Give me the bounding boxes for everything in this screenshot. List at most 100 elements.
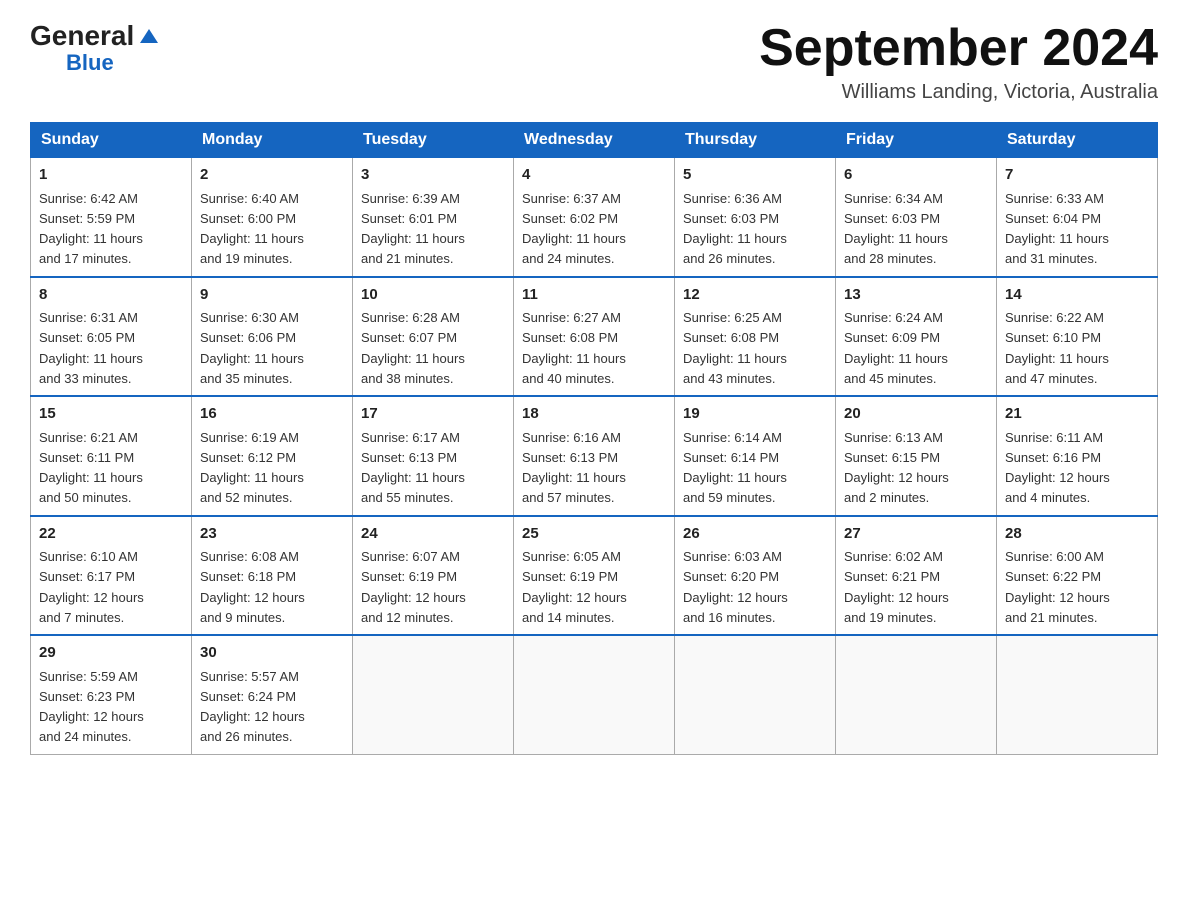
day-info: Sunrise: 6:36 AMSunset: 6:03 PMDaylight:…	[683, 191, 787, 267]
day-info: Sunrise: 6:11 AMSunset: 6:16 PMDaylight:…	[1005, 430, 1110, 506]
calendar-cell: 16 Sunrise: 6:19 AMSunset: 6:12 PMDaylig…	[192, 396, 353, 516]
calendar-week-row: 1 Sunrise: 6:42 AMSunset: 5:59 PMDayligh…	[31, 158, 1158, 277]
day-info: Sunrise: 6:14 AMSunset: 6:14 PMDaylight:…	[683, 430, 787, 506]
calendar-cell: 26 Sunrise: 6:03 AMSunset: 6:20 PMDaylig…	[675, 516, 836, 636]
day-number: 7	[1005, 164, 1149, 187]
day-info: Sunrise: 6:28 AMSunset: 6:07 PMDaylight:…	[361, 310, 465, 386]
day-info: Sunrise: 6:05 AMSunset: 6:19 PMDaylight:…	[522, 549, 627, 625]
day-info: Sunrise: 6:27 AMSunset: 6:08 PMDaylight:…	[522, 310, 626, 386]
col-saturday: Saturday	[997, 123, 1158, 158]
calendar-cell: 5 Sunrise: 6:36 AMSunset: 6:03 PMDayligh…	[675, 158, 836, 277]
calendar-cell: 19 Sunrise: 6:14 AMSunset: 6:14 PMDaylig…	[675, 396, 836, 516]
calendar-cell: 27 Sunrise: 6:02 AMSunset: 6:21 PMDaylig…	[836, 516, 997, 636]
calendar-table: Sunday Monday Tuesday Wednesday Thursday…	[30, 122, 1158, 755]
calendar-cell: 7 Sunrise: 6:33 AMSunset: 6:04 PMDayligh…	[997, 158, 1158, 277]
calendar-cell: 9 Sunrise: 6:30 AMSunset: 6:06 PMDayligh…	[192, 277, 353, 397]
day-info: Sunrise: 6:39 AMSunset: 6:01 PMDaylight:…	[361, 191, 465, 267]
calendar-week-row: 8 Sunrise: 6:31 AMSunset: 6:05 PMDayligh…	[31, 277, 1158, 397]
col-tuesday: Tuesday	[353, 123, 514, 158]
day-number: 22	[39, 523, 183, 546]
day-info: Sunrise: 6:03 AMSunset: 6:20 PMDaylight:…	[683, 549, 788, 625]
day-info: Sunrise: 6:24 AMSunset: 6:09 PMDaylight:…	[844, 310, 948, 386]
day-number: 25	[522, 523, 666, 546]
day-info: Sunrise: 6:25 AMSunset: 6:08 PMDaylight:…	[683, 310, 787, 386]
day-info: Sunrise: 6:02 AMSunset: 6:21 PMDaylight:…	[844, 549, 949, 625]
calendar-cell: 4 Sunrise: 6:37 AMSunset: 6:02 PMDayligh…	[514, 158, 675, 277]
calendar-cell: 17 Sunrise: 6:17 AMSunset: 6:13 PMDaylig…	[353, 396, 514, 516]
day-number: 24	[361, 523, 505, 546]
calendar-cell	[836, 635, 997, 754]
day-number: 28	[1005, 523, 1149, 546]
calendar-cell: 30 Sunrise: 5:57 AMSunset: 6:24 PMDaylig…	[192, 635, 353, 754]
calendar-cell: 22 Sunrise: 6:10 AMSunset: 6:17 PMDaylig…	[31, 516, 192, 636]
day-number: 13	[844, 284, 988, 307]
day-number: 5	[683, 164, 827, 187]
calendar-cell: 15 Sunrise: 6:21 AMSunset: 6:11 PMDaylig…	[31, 396, 192, 516]
month-title: September 2024	[759, 20, 1158, 77]
calendar-cell: 23 Sunrise: 6:08 AMSunset: 6:18 PMDaylig…	[192, 516, 353, 636]
day-info: Sunrise: 5:59 AMSunset: 6:23 PMDaylight:…	[39, 669, 144, 745]
day-info: Sunrise: 6:37 AMSunset: 6:02 PMDaylight:…	[522, 191, 626, 267]
day-info: Sunrise: 6:17 AMSunset: 6:13 PMDaylight:…	[361, 430, 465, 506]
day-info: Sunrise: 6:31 AMSunset: 6:05 PMDaylight:…	[39, 310, 143, 386]
calendar-cell: 3 Sunrise: 6:39 AMSunset: 6:01 PMDayligh…	[353, 158, 514, 277]
day-number: 10	[361, 284, 505, 307]
calendar-cell: 29 Sunrise: 5:59 AMSunset: 6:23 PMDaylig…	[31, 635, 192, 754]
location: Williams Landing, Victoria, Australia	[759, 81, 1158, 104]
day-info: Sunrise: 6:22 AMSunset: 6:10 PMDaylight:…	[1005, 310, 1109, 386]
calendar-cell: 13 Sunrise: 6:24 AMSunset: 6:09 PMDaylig…	[836, 277, 997, 397]
calendar-cell: 18 Sunrise: 6:16 AMSunset: 6:13 PMDaylig…	[514, 396, 675, 516]
calendar-cell: 6 Sunrise: 6:34 AMSunset: 6:03 PMDayligh…	[836, 158, 997, 277]
day-number: 8	[39, 284, 183, 307]
calendar-cell	[997, 635, 1158, 754]
day-number: 3	[361, 164, 505, 187]
calendar-cell: 21 Sunrise: 6:11 AMSunset: 6:16 PMDaylig…	[997, 396, 1158, 516]
calendar-cell: 11 Sunrise: 6:27 AMSunset: 6:08 PMDaylig…	[514, 277, 675, 397]
logo-text-general: General	[30, 20, 134, 52]
col-thursday: Thursday	[675, 123, 836, 158]
day-number: 29	[39, 642, 183, 665]
calendar-cell	[514, 635, 675, 754]
calendar-cell: 1 Sunrise: 6:42 AMSunset: 5:59 PMDayligh…	[31, 158, 192, 277]
calendar-header-row: Sunday Monday Tuesday Wednesday Thursday…	[31, 123, 1158, 158]
calendar-week-row: 15 Sunrise: 6:21 AMSunset: 6:11 PMDaylig…	[31, 396, 1158, 516]
calendar-cell: 14 Sunrise: 6:22 AMSunset: 6:10 PMDaylig…	[997, 277, 1158, 397]
calendar-cell: 28 Sunrise: 6:00 AMSunset: 6:22 PMDaylig…	[997, 516, 1158, 636]
day-info: Sunrise: 6:40 AMSunset: 6:00 PMDaylight:…	[200, 191, 304, 267]
day-number: 9	[200, 284, 344, 307]
day-number: 21	[1005, 403, 1149, 426]
day-number: 23	[200, 523, 344, 546]
col-friday: Friday	[836, 123, 997, 158]
day-info: Sunrise: 6:33 AMSunset: 6:04 PMDaylight:…	[1005, 191, 1109, 267]
calendar-week-row: 22 Sunrise: 6:10 AMSunset: 6:17 PMDaylig…	[31, 516, 1158, 636]
logo: General Blue	[30, 20, 158, 76]
day-info: Sunrise: 6:30 AMSunset: 6:06 PMDaylight:…	[200, 310, 304, 386]
day-info: Sunrise: 6:07 AMSunset: 6:19 PMDaylight:…	[361, 549, 466, 625]
day-number: 14	[1005, 284, 1149, 307]
calendar-week-row: 29 Sunrise: 5:59 AMSunset: 6:23 PMDaylig…	[31, 635, 1158, 754]
day-info: Sunrise: 5:57 AMSunset: 6:24 PMDaylight:…	[200, 669, 305, 745]
calendar-cell: 12 Sunrise: 6:25 AMSunset: 6:08 PMDaylig…	[675, 277, 836, 397]
col-monday: Monday	[192, 123, 353, 158]
calendar-cell	[675, 635, 836, 754]
day-number: 16	[200, 403, 344, 426]
day-number: 12	[683, 284, 827, 307]
calendar-cell	[353, 635, 514, 754]
calendar-cell: 24 Sunrise: 6:07 AMSunset: 6:19 PMDaylig…	[353, 516, 514, 636]
logo-triangle-icon	[140, 29, 158, 43]
day-number: 11	[522, 284, 666, 307]
day-number: 20	[844, 403, 988, 426]
calendar-cell: 20 Sunrise: 6:13 AMSunset: 6:15 PMDaylig…	[836, 396, 997, 516]
day-info: Sunrise: 6:13 AMSunset: 6:15 PMDaylight:…	[844, 430, 949, 506]
calendar-cell: 2 Sunrise: 6:40 AMSunset: 6:00 PMDayligh…	[192, 158, 353, 277]
day-number: 6	[844, 164, 988, 187]
page-header: General Blue September 2024 Williams Lan…	[30, 20, 1158, 104]
day-info: Sunrise: 6:19 AMSunset: 6:12 PMDaylight:…	[200, 430, 304, 506]
calendar-cell: 10 Sunrise: 6:28 AMSunset: 6:07 PMDaylig…	[353, 277, 514, 397]
day-info: Sunrise: 6:10 AMSunset: 6:17 PMDaylight:…	[39, 549, 144, 625]
col-wednesday: Wednesday	[514, 123, 675, 158]
day-number: 30	[200, 642, 344, 665]
title-block: September 2024 Williams Landing, Victori…	[759, 20, 1158, 104]
day-number: 17	[361, 403, 505, 426]
day-info: Sunrise: 6:00 AMSunset: 6:22 PMDaylight:…	[1005, 549, 1110, 625]
